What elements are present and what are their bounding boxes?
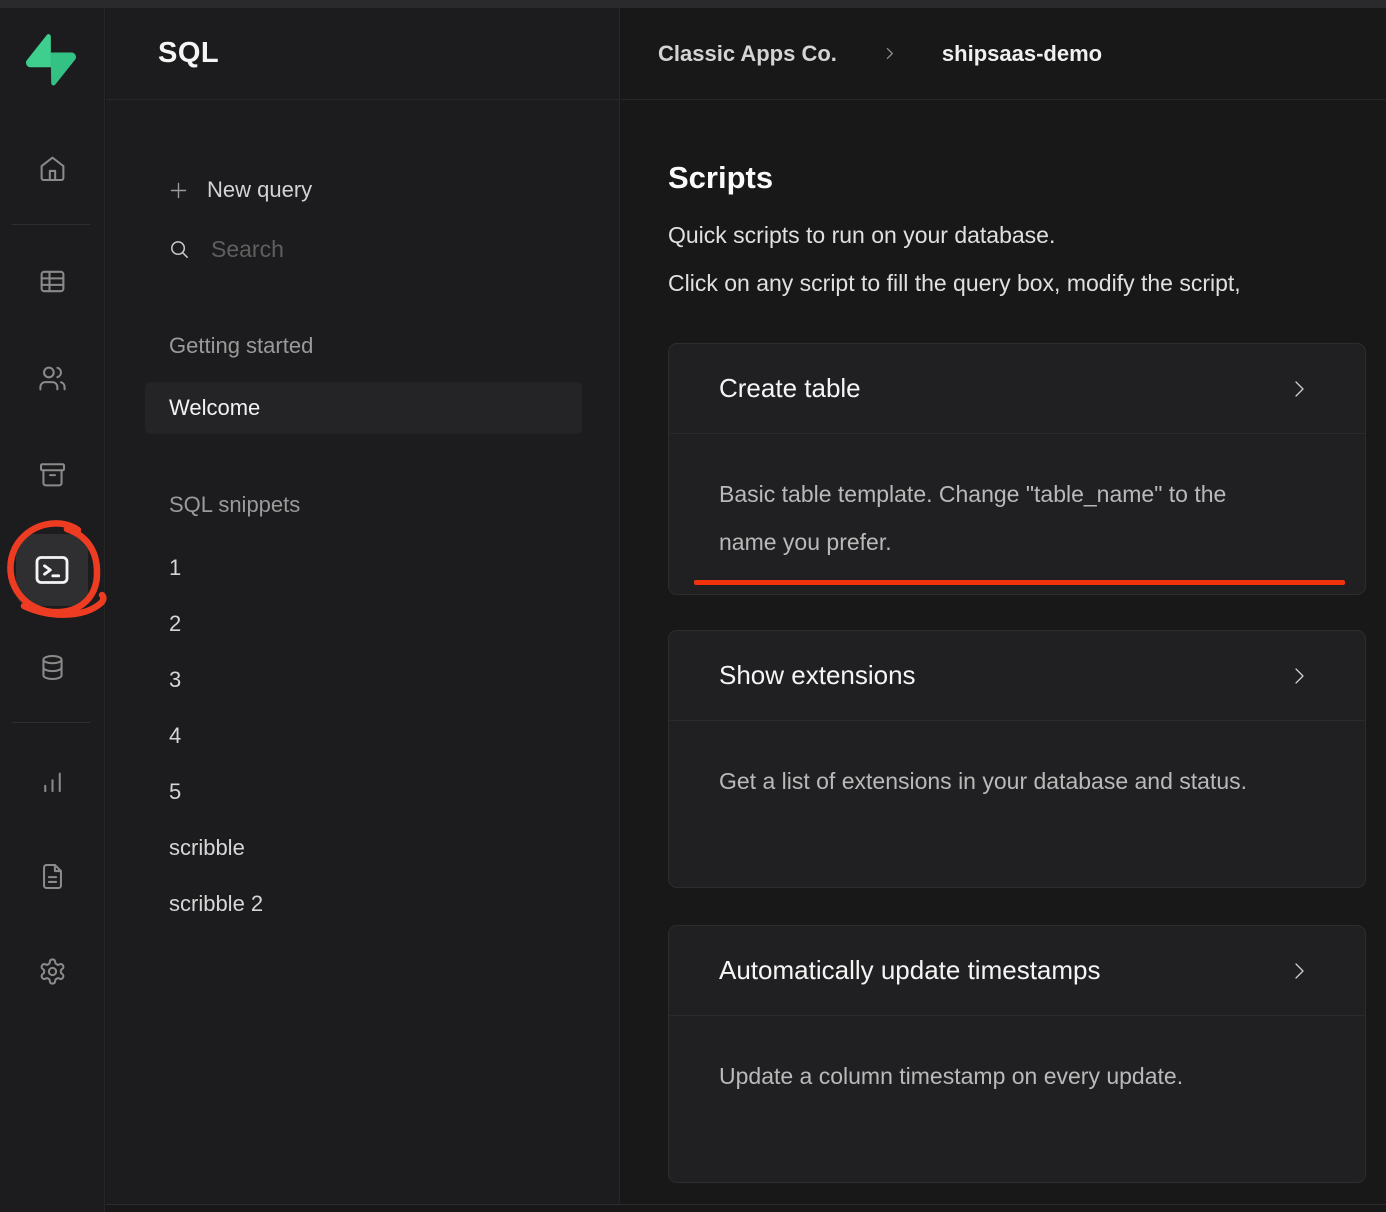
snippet-item[interactable]: scribble — [169, 835, 245, 861]
page-subtitle-line1: Quick scripts to run on your database. — [668, 222, 1386, 249]
card-header: Show extensions — [669, 631, 1365, 721]
users-icon — [38, 364, 67, 393]
breadcrumb-org[interactable]: Classic Apps Co. — [658, 41, 837, 67]
footer-divider — [106, 1204, 1386, 1205]
nav-item-home[interactable] — [30, 146, 74, 190]
nav-item-logs[interactable] — [30, 854, 74, 898]
nav-item-table-editor[interactable] — [30, 259, 74, 303]
main-area: Classic Apps Co. shipsaas-demo Scripts Q… — [621, 8, 1386, 1204]
breadcrumb: Classic Apps Co. shipsaas-demo — [621, 8, 1386, 100]
card-header: Create table — [669, 344, 1365, 434]
card-description: Update a column timestamp on every updat… — [719, 1052, 1279, 1100]
database-icon — [38, 653, 67, 682]
panel-title: SQL — [158, 37, 219, 70]
script-card-create-table[interactable]: Create table Basic table template. Chang… — [668, 343, 1366, 595]
chevron-right-icon — [1287, 959, 1311, 983]
page-title: Scripts — [668, 160, 773, 196]
search-input[interactable] — [211, 236, 511, 263]
app-root: SQL New query Getting started Welcome SQ… — [0, 0, 1386, 1212]
primary-sidebar — [0, 8, 105, 1212]
snippet-item[interactable]: 5 — [169, 779, 181, 805]
breadcrumb-project[interactable]: shipsaas-demo — [942, 41, 1102, 67]
chevron-right-icon — [1287, 664, 1311, 688]
sql-panel-header: SQL — [106, 8, 619, 100]
snippet-item[interactable]: 1 — [169, 555, 181, 581]
storage-box-icon — [38, 460, 67, 489]
card-body: Basic table template. Change "table_name… — [669, 434, 1365, 566]
window-top-strip — [0, 0, 1386, 8]
snippet-item[interactable]: 3 — [169, 667, 181, 693]
card-description: Basic table template. Change "table_name… — [719, 470, 1279, 566]
nav-item-auth[interactable] — [30, 356, 74, 400]
new-query-button[interactable]: New query — [168, 176, 312, 204]
nav-item-database[interactable] — [30, 645, 74, 689]
home-icon — [38, 154, 67, 183]
snippet-item[interactable]: 4 — [169, 723, 181, 749]
card-title: Automatically update timestamps — [719, 955, 1101, 986]
section-label-sql-snippets: SQL snippets — [169, 492, 300, 518]
plus-icon — [168, 180, 189, 201]
card-body: Get a list of extensions in your databas… — [669, 721, 1365, 805]
welcome-label: Welcome — [169, 395, 260, 421]
table-editor-icon — [38, 267, 67, 296]
nav-item-settings[interactable] — [30, 949, 74, 993]
supabase-logo-icon[interactable] — [26, 34, 76, 86]
sql-sidebar: SQL New query Getting started Welcome SQ… — [106, 8, 620, 1204]
chevron-right-icon — [1287, 377, 1311, 401]
snippet-item[interactable]: 2 — [169, 611, 181, 637]
search-row — [168, 234, 511, 264]
page-subtitle-line2: Click on any script to fill the query bo… — [668, 270, 1386, 297]
script-card-update-timestamps[interactable]: Automatically update timestamps Update a… — [668, 925, 1366, 1183]
sidebar-divider — [12, 722, 90, 723]
bar-chart-icon — [38, 767, 67, 796]
card-description: Get a list of extensions in your databas… — [719, 757, 1279, 805]
annotation-red-underline — [694, 580, 1345, 585]
nav-item-sql-editor[interactable] — [16, 534, 88, 606]
nav-item-storage[interactable] — [30, 452, 74, 496]
file-text-icon — [38, 862, 67, 891]
search-icon — [168, 238, 191, 261]
new-query-label: New query — [207, 177, 312, 203]
card-body: Update a column timestamp on every updat… — [669, 1016, 1365, 1100]
card-title: Show extensions — [719, 660, 916, 691]
gear-icon — [38, 957, 67, 986]
snippet-item[interactable]: scribble 2 — [169, 891, 263, 917]
sidebar-divider — [12, 224, 90, 225]
section-label-getting-started: Getting started — [169, 333, 313, 359]
card-title: Create table — [719, 373, 861, 404]
chevron-right-icon — [881, 45, 898, 62]
card-header: Automatically update timestamps — [669, 926, 1365, 1016]
script-card-show-extensions[interactable]: Show extensions Get a list of extensions… — [668, 630, 1366, 888]
nav-item-reports[interactable] — [30, 759, 74, 803]
sidebar-item-welcome[interactable]: Welcome — [145, 382, 582, 434]
terminal-icon — [32, 550, 72, 590]
